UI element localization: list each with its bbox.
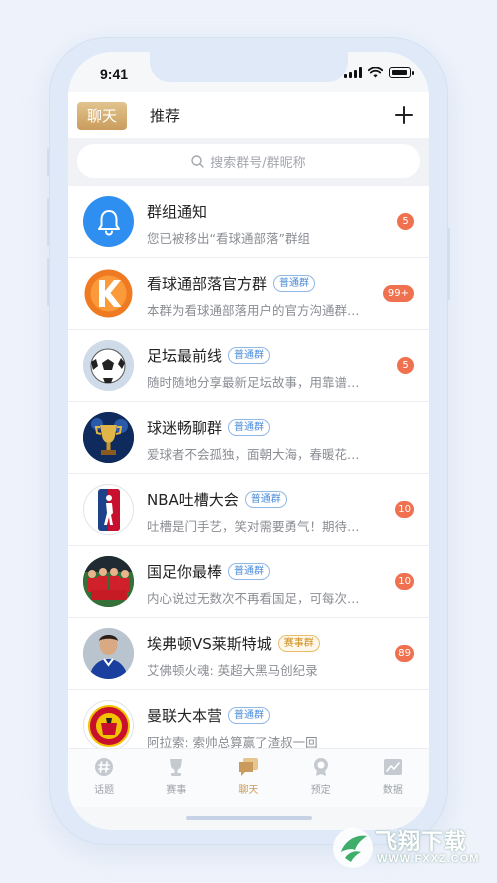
group-tag: 普通群 [244,491,287,508]
chat-preview: 您已被移出“看球通部落”群组 [147,231,310,246]
chat-preview: 阿拉索: 索帅总算赢了渣叔一回 [147,735,318,748]
chat-title: 看球通部落官方群 [147,275,268,293]
tab-data[interactable]: 数据 [357,749,429,807]
manutd-crest [83,700,134,748]
bell-icon [83,196,134,247]
search-icon [191,154,204,168]
chat-preview: 本群为看球通部落用户的官方沟通群… [147,303,360,318]
group-tag: 普通群 [273,275,316,292]
trophy-icon [165,757,187,777]
tab-recommend[interactable]: 推荐 [150,102,180,130]
tab-match[interactable]: 赛事 [140,749,212,807]
watermark-url: WWW.FXXZ.COM [377,853,480,865]
watermark: 飞翔下载 WWW.FXXZ.COM [331,822,491,876]
chat-title: 群组通知 [147,203,208,221]
status-icons [344,67,414,78]
chat-preview: 吐槽是门手艺，笑对需要勇气！期待… [147,519,360,534]
search-placeholder: 搜索群号/群昵称 [210,155,306,171]
power-button [447,228,450,300]
chat-list: 群组通知 您已被移出“看球通部落”群组 5 看球通部落官方群 普通群 本群为看球… [68,186,429,748]
phone-screen: 9:41 聊天 推荐 搜索群号/群昵称 群组通知 您已被移出“看球通部落”群组 … [68,52,429,830]
medal-icon [310,757,332,777]
tab-label: 聊天 [238,785,259,796]
mute-switch [47,148,50,176]
search-area: 搜索群号/群昵称 [68,138,429,186]
battery-icon [389,67,414,78]
volume-up-button [47,198,50,246]
chat-title: 埃弗顿VS莱斯特城 [147,635,272,653]
status-time: 9:41 [100,66,129,82]
chat-icon [238,757,260,777]
chat-preview: 内心说过无数次不再看国足，可每次… [147,591,360,606]
nba-logo [83,484,134,535]
chat-preview: 爱球者不会孤独，面朝大海，春暖花… [147,447,360,462]
hash-icon [93,757,115,777]
unread-badge: 5 [397,357,414,374]
unread-badge: 10 [395,573,414,590]
top-header: 聊天 推荐 [68,92,429,138]
chat-title: 国足你最棒 [147,563,223,581]
watermark-text: 飞翔下载 [375,829,468,854]
tab-label: 预定 [310,785,331,796]
wifi-icon [368,67,383,78]
bottom-tabbar: 话题 赛事 聊天 预定 数据 [68,748,429,807]
chat-item-notice[interactable]: 群组通知 您已被移出“看球通部落”群组 5 [68,186,429,258]
chat-item-china-team[interactable]: 国足你最棒 普通群 内心说过无数次不再看国足，可每次… 10 [68,546,429,618]
tab-chat-bottom[interactable]: 聊天 [212,749,284,807]
chart-icon [382,757,404,777]
tab-topic[interactable]: 话题 [68,749,140,807]
unread-badge: 89 [395,645,414,662]
volume-down-button [47,258,50,306]
watermark-logo-icon [333,828,373,868]
unread-badge: 10 [395,501,414,518]
tab-chat[interactable]: 聊天 [77,102,127,130]
chat-item-football-front[interactable]: 足坛最前线 普通群 随时随地分享最新足坛故事，用靠谱… 5 [68,330,429,402]
chat-preview: 随时随地分享最新足坛故事，用靠谱… [147,375,360,390]
chat-item-nba[interactable]: NBA吐槽大会 普通群 吐槽是门手艺，笑对需要勇气！期待… 10 [68,474,429,546]
trophy [83,412,134,463]
unread-badge: 99+ [382,285,414,302]
chat-preview: 艾佛顿火魂: 英超大黑马创纪录 [147,663,318,678]
soccer-ball [83,340,134,391]
group-tag: 普通群 [228,419,271,436]
plus-icon[interactable] [395,106,413,124]
search-input[interactable]: 搜索群号/群昵称 [77,144,420,178]
chat-title: 足坛最前线 [147,347,223,365]
unread-badge: 5 [397,213,414,230]
tab-booking[interactable]: 预定 [285,749,357,807]
k-logo [83,268,134,319]
chat-item-match[interactable]: 埃弗顿VS莱斯特城 赛事群 艾佛顿火魂: 英超大黑马创纪录 89 [68,618,429,690]
player-photo [83,628,134,679]
chat-title: 球迷畅聊群 [147,419,223,437]
team-photo [83,556,134,607]
chat-item-manutd[interactable]: 曼联大本营 普通群 阿拉索: 索帅总算赢了渣叔一回 [68,690,429,748]
event-tag: 赛事群 [277,635,320,652]
tab-label: 赛事 [166,785,187,796]
chat-item-fans[interactable]: 球迷畅聊群 普通群 爱球者不会孤独，面朝大海，春暖花… [68,402,429,474]
group-tag: 普通群 [228,347,271,364]
chat-title: NBA吐槽大会 [147,491,239,509]
home-indicator [186,816,312,820]
group-tag: 普通群 [228,707,271,724]
chat-title: 曼联大本营 [147,707,223,725]
group-tag: 普通群 [228,563,271,580]
notch [150,52,348,82]
chat-item-official[interactable]: 看球通部落官方群 普通群 本群为看球通部落用户的官方沟通群… 99+ [68,258,429,330]
tab-label: 话题 [94,785,115,796]
tab-label: 数据 [382,785,403,796]
